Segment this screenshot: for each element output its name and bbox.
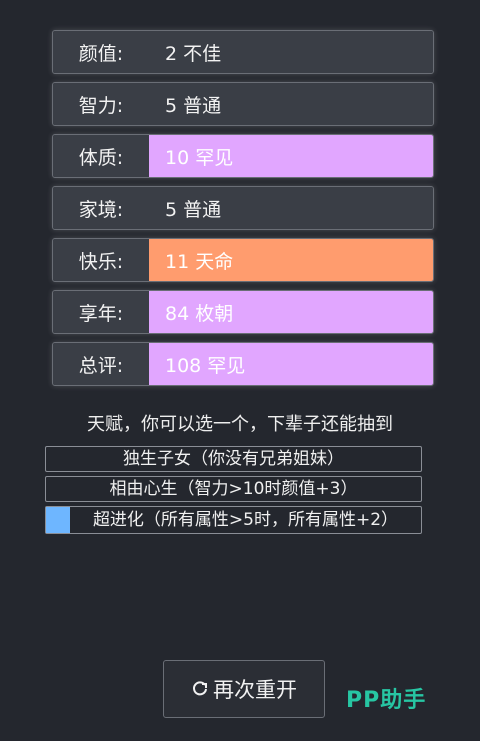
talent-list: 独生子女（你没有兄弟姐妹） 相由心生（智力>10时颜值+3） 超进化（所有属性>… — [45, 446, 422, 538]
stat-value: 84 枚朝 — [149, 291, 433, 333]
selected-marker — [46, 507, 70, 533]
talent-option-face-reflects-heart[interactable]: 相由心生（智力>10时颜值+3） — [45, 476, 422, 502]
stat-label: 智力: — [53, 83, 149, 125]
talent-text: 独生子女（你没有兄弟姐妹） — [123, 449, 344, 469]
stat-value: 10 罕见 — [149, 135, 433, 177]
stat-row-lifespan: 享年: 84 枚朝 — [52, 290, 434, 334]
restart-button[interactable]: 再次重开 — [163, 660, 325, 718]
stat-label: 享年: — [53, 291, 149, 333]
stat-value: 5 普通 — [149, 187, 433, 229]
talent-title: 天赋，你可以选一个，下辈子还能抽到 — [87, 414, 393, 435]
stat-value: 108 罕见 — [149, 343, 433, 385]
stat-value: 11 天命 — [149, 239, 433, 281]
talent-text: 相由心生（智力>10时颜值+3） — [109, 479, 358, 499]
talent-option-super-evolution[interactable]: 超进化（所有属性>5时，所有属性+2） — [45, 506, 422, 534]
stat-value: 5 普通 — [149, 83, 433, 125]
stat-row-appearance: 颜值: 2 不佳 — [52, 30, 434, 74]
stat-label: 家境: — [53, 187, 149, 229]
stat-row-total: 总评: 108 罕见 — [52, 342, 434, 386]
pp-assistant-watermark: PP助手 — [346, 682, 426, 714]
refresh-icon — [191, 680, 209, 698]
talent-option-only-child[interactable]: 独生子女（你没有兄弟姐妹） — [45, 446, 422, 472]
stat-row-happiness: 快乐: 11 天命 — [52, 238, 434, 282]
stat-row-intelligence: 智力: 5 普通 — [52, 82, 434, 126]
stat-label: 总评: — [53, 343, 149, 385]
talent-text: 超进化（所有属性>5时，所有属性+2） — [92, 510, 399, 530]
stat-label: 体质: — [53, 135, 149, 177]
watermark-text: PP助手 — [346, 688, 427, 713]
stat-label: 颜值: — [53, 31, 149, 73]
stat-value: 2 不佳 — [149, 31, 433, 73]
stat-row-constitution: 体质: 10 罕见 — [52, 134, 434, 178]
stat-label: 快乐: — [53, 239, 149, 281]
stat-row-family: 家境: 5 普通 — [52, 186, 434, 230]
stats-panel: 颜值: 2 不佳 智力: 5 普通 体质: 10 罕见 家境: 5 普通 快乐:… — [52, 30, 434, 394]
restart-label: 再次重开 — [213, 678, 297, 702]
